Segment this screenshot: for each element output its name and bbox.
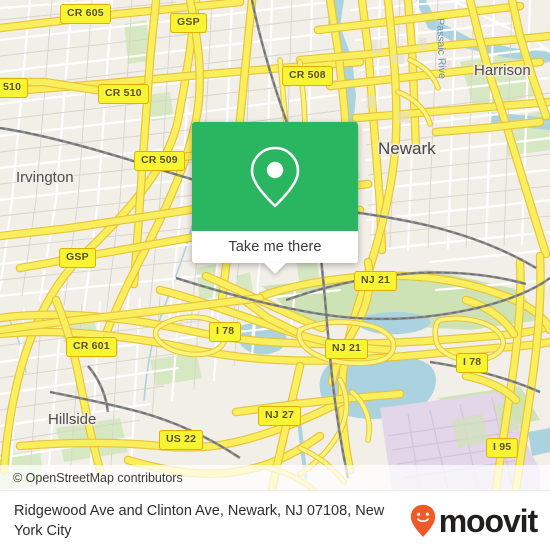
location-popup-card[interactable]: Take me there [192,122,358,274]
shield-cr-510[interactable]: CR 510 [98,84,149,104]
moovit-brand[interactable]: moovit [410,502,538,539]
shield-cr-601[interactable]: CR 601 [66,337,117,357]
shield-us-22[interactable]: US 22 [159,430,204,450]
shield-nj-21-mid[interactable]: NJ 21 [325,339,369,359]
moovit-pin-smiley-icon [410,504,435,537]
river-label-passaic: Passaic Rive [434,18,449,80]
place-label-newark: Newark [378,139,436,158]
footer-bar: Ridgewood Ave and Clinton Ave, Newark, N… [0,490,550,550]
take-me-there-label: Take me there [228,239,322,255]
moovit-wordmark: moovit [438,502,538,539]
map-attribution-bar: © OpenStreetMap contributors [0,465,550,490]
shield-i-95[interactable]: I 95 [486,438,519,458]
shield-gsp-top[interactable]: GSP [170,13,207,33]
shield-cr-508[interactable]: CR 508 [282,66,333,86]
shield-nj-27[interactable]: NJ 27 [258,406,302,426]
shield-cr-509[interactable]: CR 509 [134,151,185,171]
map-canvas[interactable]: .mnr { stroke:#ffffff; stroke-width:2.2;… [0,0,550,490]
shield-i-78-east[interactable]: I 78 [456,353,489,373]
place-label-harrison: Harrison [474,62,531,79]
osm-attribution-text[interactable]: © OpenStreetMap contributors [0,471,183,485]
popup-tail [264,263,286,274]
take-me-there-button[interactable]: Take me there [192,231,358,274]
location-title: Ridgewood Ave and Clinton Ave, Newark, N… [14,502,385,539]
shield-nj-21-north[interactable]: NJ 21 [354,271,398,291]
shield-gsp-left[interactable]: GSP [59,248,96,268]
place-label-irvington: Irvington [16,169,74,186]
popup-pin-panel [192,122,358,231]
shield-i-78-west[interactable]: I 78 [209,322,242,342]
map-pin-icon [250,146,300,207]
place-label-hillside: Hillside [48,411,97,428]
shield-cr-605[interactable]: CR 605 [60,4,111,24]
shield-sr-510[interactable]: 510 [0,78,29,98]
